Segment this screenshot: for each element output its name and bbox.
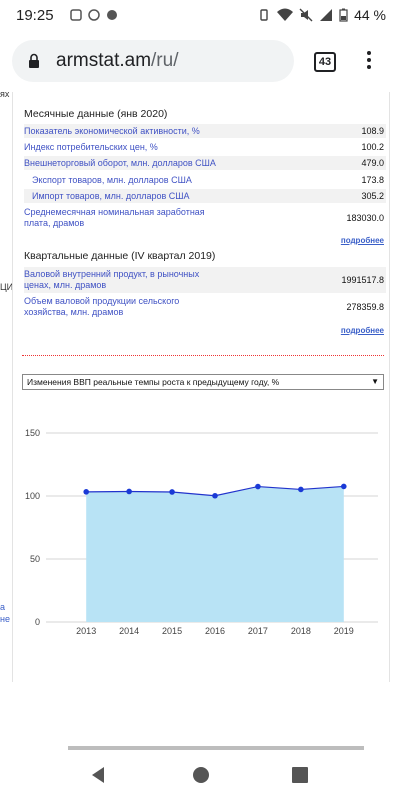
clock: 19:25 [16,7,54,24]
monthly-title: Месячные данные (янв 2020) [24,108,168,120]
mute-icon [299,8,313,22]
url-text[interactable]: armstat.am/ru/ [56,50,178,72]
url-host: armstat.am [56,50,152,71]
table-row: Показатель экономической активности, % 1… [24,124,386,138]
signal-icon [320,9,333,21]
table-row: Объем валовой продукции сельского хозяйс… [24,294,386,320]
url-path: /ru/ [151,50,179,71]
data-point [126,488,132,495]
x-tick-label: 2015 [162,626,182,636]
x-tick-label: 2017 [248,626,268,636]
home-icon[interactable] [192,766,210,784]
indicator-link[interactable]: Внешнеторговый оборот, млн. долларов США [24,158,216,169]
back-icon[interactable] [90,766,106,784]
link-fragment[interactable]: не [0,614,10,624]
data-point [212,492,218,499]
data-point [169,489,175,495]
indicator-value: 173.8 [361,175,384,185]
lock-icon [29,53,39,68]
vibrate-icon [260,9,268,21]
gdp-chart: 0 50 100 150 2013 2014 2015 2016 2017 2018 2019 [25,428,378,636]
section-divider [22,355,384,356]
indicator-link[interactable]: Среднемесячная номинальная заработная пл… [24,207,224,229]
selected-indicator: Изменения ВВП реальные темпы роста к пре… [27,377,280,387]
series-area [86,486,344,622]
x-tick-label: 2019 [334,626,354,636]
left-column-fragment: ях ЦИ а не [0,89,14,682]
indicator-value: 479.0 [361,158,384,168]
notification-icon [107,10,117,20]
notification-icon [88,9,100,21]
indicator-value: 278359.8 [346,302,384,312]
table-row: Экспорт товаров, млн. долларов США 173.8 [24,173,386,187]
indicator-link[interactable]: Валовой внутренний продукт, в рыночных ц… [24,269,224,291]
indicator-value: 305.2 [361,191,384,201]
more-details-link[interactable]: подробнее [341,236,384,245]
system-icons: 44 % [257,7,386,23]
y-tick-label: 50 [30,554,40,564]
indicator-value: 108.9 [361,126,384,136]
tab-switcher-button[interactable]: 43 [314,52,336,72]
dropdown-arrow-icon: ▼ [371,377,379,386]
link-fragment[interactable]: а [0,602,5,612]
table-row: Валовой внутренний продукт, в рыночных ц… [24,267,386,293]
indicator-select[interactable]: Изменения ВВП реальные темпы роста к пре… [22,374,384,390]
data-point [83,489,89,495]
notification-icons [70,9,118,21]
indicator-link[interactable]: Экспорт товаров, млн. долларов США [24,175,192,186]
horizontal-scrollbar[interactable] [68,746,364,750]
y-tick-label: 150 [25,428,40,438]
indicator-link[interactable]: Импорт товаров, млн. долларов США [24,191,190,202]
x-tick-label: 2014 [119,626,139,636]
column-border [389,92,390,682]
battery-level: 44 % [354,7,386,23]
indicator-value: 100.2 [361,142,384,152]
indicator-value: 1991517.8 [341,275,384,285]
x-tick-label: 2018 [291,626,311,636]
indicator-link[interactable]: Показатель экономической активности, % [24,126,200,137]
indicator-link[interactable]: Индекс потребительских цен, % [24,142,158,153]
indicator-link[interactable]: Объем валовой продукции сельского хозяйс… [24,296,224,318]
table-row: Внешнеторговый оборот, млн. долларов США… [24,156,386,170]
table-row: Среднемесячная номинальная заработная пл… [24,205,386,231]
y-tick-label: 100 [25,491,40,501]
table-row: Индекс потребительских цен, % 100.2 [24,140,386,154]
data-point [298,486,304,493]
data-point [255,483,261,490]
text-fragment: ях [0,89,10,99]
overflow-menu-icon[interactable] [362,48,376,76]
navigation-bar [0,752,400,800]
battery-icon [339,8,348,22]
url-bar[interactable]: armstat.am/ru/ [12,40,294,82]
quarterly-title: Квартальные данные (IV квартал 2019) [24,250,216,262]
x-tick-label: 2013 [76,626,96,636]
table-row: Импорт товаров, млн. долларов США 305.2 [24,189,386,203]
y-tick-label: 0 [35,617,40,627]
x-tick-label: 2016 [205,626,225,636]
recents-icon[interactable] [292,766,308,784]
notification-icon [70,9,82,21]
more-details-link[interactable]: подробнее [341,326,384,335]
column-border [12,92,13,682]
data-point [341,483,347,490]
browser-toolbar: armstat.am/ru/ 43 [0,32,400,92]
indicator-value: 183030.0 [346,213,384,223]
wifi-icon [277,8,294,21]
status-bar: 19:25 44 % [0,0,400,32]
